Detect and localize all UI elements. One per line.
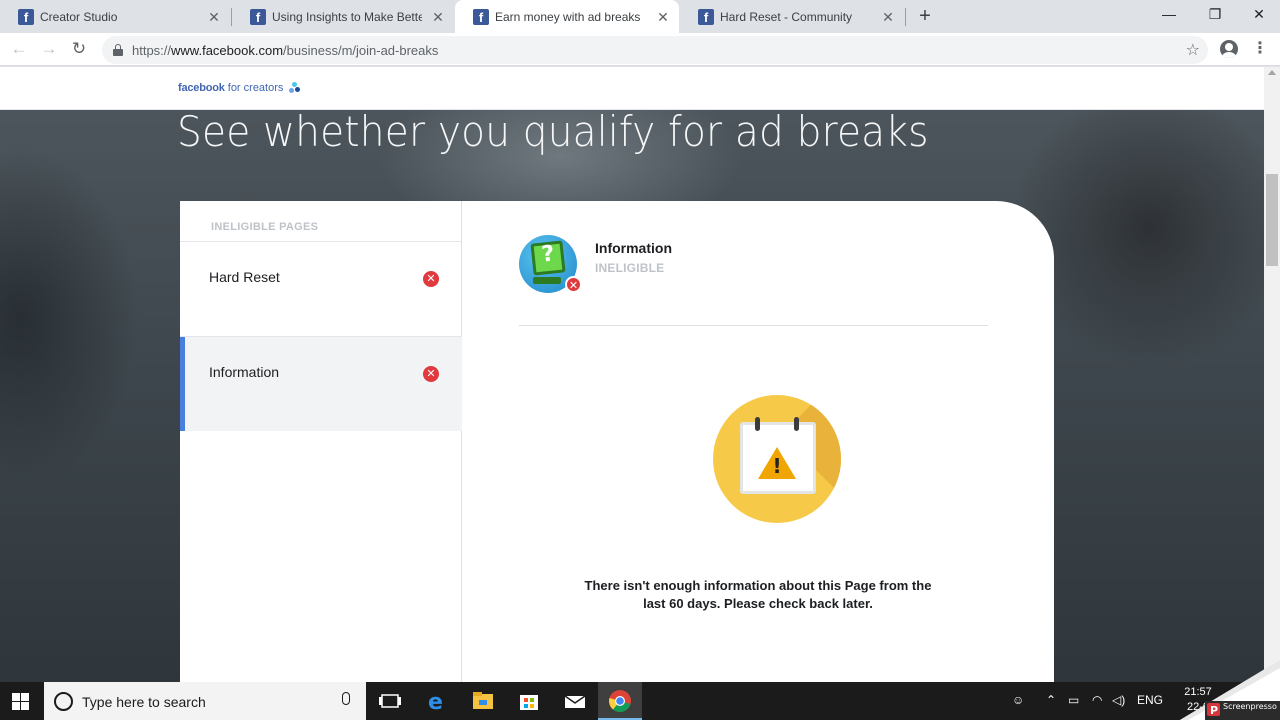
vertical-scrollbar[interactable]	[1264, 67, 1280, 682]
wifi-icon[interactable]: ◠	[1092, 693, 1102, 707]
back-button[interactable]: ←	[8, 38, 30, 60]
web-page: facebook for creators See whether you qu…	[0, 67, 1264, 682]
url-text: https://www.facebook.com/business/m/join…	[132, 43, 439, 58]
svg-text:P: P	[1210, 704, 1218, 717]
ineligible-x-icon: ✕	[423, 366, 439, 382]
tab-hard-reset-community[interactable]: f Hard Reset - Community ✕	[680, 0, 904, 33]
chrome-taskbar-button[interactable]	[598, 682, 642, 720]
show-hidden-icons-chevron-icon[interactable]: ⌃	[1046, 693, 1056, 707]
calendar-warning-icon: !	[713, 395, 841, 523]
scroll-up-arrow-icon[interactable]	[1268, 70, 1276, 75]
facebook-favicon-icon: f	[473, 8, 489, 25]
close-tab-icon[interactable]: ✕	[206, 9, 222, 25]
windows-start-icon[interactable]	[12, 693, 29, 710]
tab-using-insights[interactable]: f Using Insights to Make Better Vi ✕	[232, 0, 454, 33]
people-icon[interactable]: ☺	[1012, 693, 1024, 707]
profile-avatar-icon[interactable]	[1220, 40, 1238, 58]
facebook-favicon-icon: f	[250, 8, 266, 25]
selected-page-name: Information	[595, 240, 672, 256]
microphone-icon[interactable]	[342, 692, 350, 705]
chrome-icon	[609, 690, 631, 712]
page-item-name: Information	[209, 364, 280, 380]
page-detail-panel: ✕ Information INELIGIBLE ! There isn't e…	[463, 201, 1054, 682]
mail-icon[interactable]	[562, 688, 588, 714]
tab-separator	[905, 8, 906, 26]
eligibility-status: INELIGIBLE	[595, 261, 665, 275]
search-placeholder: Type here to search	[82, 694, 206, 710]
browser-tab-strip: f Creator Studio ✕ f Using Insights to M…	[0, 0, 1280, 33]
divider	[519, 325, 988, 326]
tab-title: Creator Studio	[40, 9, 118, 24]
task-view-icon[interactable]	[377, 688, 403, 714]
tab-title: Earn money with ad breaks	[495, 9, 641, 24]
input-language[interactable]: ENG	[1137, 693, 1163, 707]
tab-creator-studio[interactable]: f Creator Studio ✕	[0, 0, 230, 33]
brand-dots-icon	[289, 82, 303, 96]
eligibility-card: INELIGIBLE PAGES Hard Reset ✕ Informatio…	[180, 201, 1054, 682]
minimize-button[interactable]: —	[1146, 0, 1192, 30]
site-header: facebook for creators	[0, 67, 1264, 110]
ineligible-x-icon: ✕	[565, 276, 582, 293]
page-list-panel: INELIGIBLE PAGES Hard Reset ✕ Informatio…	[180, 201, 462, 682]
forward-button[interactable]: →	[38, 38, 60, 60]
taskbar-search-box[interactable]: Type here to search	[44, 682, 366, 720]
tab-earn-money-active[interactable]: f Earn money with ad breaks ✕	[455, 0, 679, 33]
file-explorer-icon[interactable]	[470, 688, 496, 714]
page-item-hard-reset[interactable]: Hard Reset ✕	[180, 242, 462, 336]
scrollbar-thumb[interactable]	[1266, 174, 1278, 266]
computer-question-icon	[530, 240, 566, 276]
tab-title: Using Insights to Make Better Vi	[272, 9, 422, 24]
page-item-information[interactable]: Information ✕	[180, 337, 462, 431]
page-avatar: ✕	[519, 235, 582, 293]
chrome-menu-icon[interactable]: ⋮	[1250, 39, 1270, 59]
ineligibility-message: There isn't enough information about thi…	[584, 578, 932, 611]
section-title: INELIGIBLE PAGES	[211, 221, 319, 233]
close-tab-icon[interactable]: ✕	[430, 9, 446, 25]
screenpresso-watermark: P Screenpresso	[1180, 660, 1280, 720]
facebook-favicon-icon: f	[18, 8, 34, 25]
new-tab-button[interactable]: +	[914, 5, 936, 27]
ineligible-x-icon: ✕	[423, 271, 439, 287]
close-tab-icon[interactable]: ✕	[655, 9, 671, 25]
windows-taskbar: Type here to search e ☺ ⌃ ▭ ◠ ◁) ENG 21:…	[0, 682, 1280, 720]
close-window-button[interactable]: ✕	[1236, 0, 1280, 30]
cortana-icon	[54, 692, 73, 711]
watermark-text: Screenpresso	[1223, 702, 1277, 711]
facebook-for-creators-logo[interactable]: facebook for creators	[178, 82, 283, 94]
battery-icon[interactable]: ▭	[1068, 693, 1079, 707]
page-title: See whether you qualify for ad breaks	[177, 107, 929, 156]
volume-icon[interactable]: ◁)	[1112, 693, 1125, 707]
svg-text:e: e	[428, 690, 443, 714]
bookmark-star-icon[interactable]: ☆	[1186, 40, 1200, 60]
edge-browser-icon[interactable]: e	[424, 688, 450, 714]
lock-icon	[113, 44, 123, 56]
browser-toolbar: ← → ↻ https://www.facebook.com/business/…	[0, 33, 1280, 66]
close-tab-icon[interactable]: ✕	[880, 9, 896, 25]
page-item-name: Hard Reset	[209, 269, 280, 285]
address-bar[interactable]: https://www.facebook.com/business/m/join…	[102, 36, 1208, 64]
tab-title: Hard Reset - Community	[720, 9, 853, 24]
maximize-button[interactable]: ❐	[1192, 0, 1238, 30]
facebook-favicon-icon: f	[698, 8, 714, 25]
reload-button[interactable]: ↻	[68, 38, 90, 60]
store-icon[interactable]	[516, 688, 542, 714]
